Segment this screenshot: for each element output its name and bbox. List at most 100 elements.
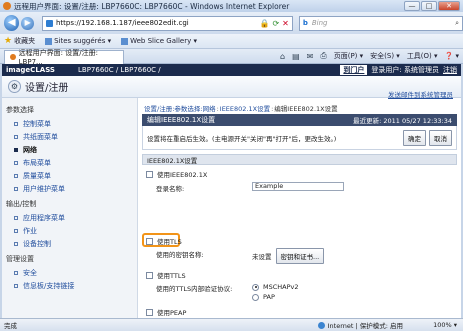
bing-icon: b <box>302 19 308 27</box>
page-icon <box>45 37 53 45</box>
bullet-icon <box>14 215 18 220</box>
command-bar: ⌂ ▤ ✉ ⎙ 页面(P) ▾ 安全(S) ▾ 工具(O) ▾ ❓ ▾ <box>280 51 463 61</box>
main-panel: 设置/注册:参数选择:网络:IEEE802.1X设置:编辑IEEE802.1X设… <box>142 98 457 318</box>
bullet-icon <box>14 241 18 246</box>
sidebar-item-jobs[interactable]: 作业 <box>2 224 137 237</box>
maximize-button[interactable]: □ <box>421 1 437 11</box>
breadcrumb-link[interactable]: 设置/注册:参数选择:网络 <box>144 105 216 113</box>
last-updated: 最近更新: 2011 05/27 12:33:34 <box>353 117 452 125</box>
close-button[interactable]: ✕ <box>438 1 460 11</box>
window-titlebar: 远程用户界面: 设置/注册: LBP7660C: LBP7660C - Wind… <box>0 0 463 12</box>
safety-menu[interactable]: 安全(S) ▾ <box>370 51 400 61</box>
sidebar-item-label: 网络 <box>23 145 37 154</box>
sidebar-item-maintenance[interactable]: 用户维护菜单 <box>2 182 137 195</box>
sidebar-item-label: 信息板/支持链接 <box>23 281 75 290</box>
sidebar-item-paper[interactable]: 共纸面菜单 <box>2 130 137 143</box>
sidebar-item-label: 控制菜单 <box>23 119 51 128</box>
login-name-label: 登录名称: <box>156 185 185 193</box>
mschapv2-radio[interactable] <box>252 283 259 291</box>
bullet-icon <box>14 270 18 275</box>
canon-favicon <box>10 54 16 60</box>
sidebar-item-security[interactable]: 安全 <box>2 266 137 279</box>
sidebar-item-support-links[interactable]: 信息板/支持链接 <box>2 279 137 292</box>
sidebar-section-title: 参数选择 <box>6 106 34 114</box>
page-content: imageCLASS LBP7660C / LBP7660C / 到门户 登录用… <box>2 64 461 318</box>
url-text: https://192.168.1.187/ieee802edit.cgi <box>55 19 189 27</box>
pap-radio[interactable] <box>252 293 259 301</box>
tab-bar: 远程用户界面: 设置/注册: LBP7... ⌂ ▤ ✉ ⎙ 页面(P) ▾ 安… <box>0 49 463 66</box>
search-icon[interactable]: ⌕ <box>455 19 459 28</box>
restart-note: 设置将在重启后生效。(主电源开关"关闭"再"打开"后，更改生效。) <box>147 134 337 143</box>
feeds-icon[interactable]: ▤ <box>292 52 300 61</box>
use-tls-label: 使用TLS <box>157 238 182 246</box>
tools-menu[interactable]: 工具(O) ▾ <box>407 51 438 61</box>
sidebar-item-label: 布局菜单 <box>23 158 51 167</box>
favorite-item-webslice[interactable]: Web Slice Gallery ▾ <box>121 37 197 45</box>
section-header: IEEE802.1X设置 <box>142 154 457 165</box>
sidebar-section-title: 管理设置 <box>6 255 34 263</box>
sidebar-item-layout[interactable]: 布局菜单 <box>2 156 137 169</box>
cancel-button[interactable]: 取消 <box>429 129 452 146</box>
key-certificate-button[interactable]: 密钥和证书... <box>275 248 325 264</box>
ok-button[interactable]: 确定 <box>403 129 426 146</box>
settings-icon: ⚙ <box>8 80 21 93</box>
search-input[interactable]: b Bing ⌕ <box>298 15 463 31</box>
zoom-control[interactable]: 100% ▾ <box>433 321 457 329</box>
forward-button[interactable]: ▶ <box>21 16 34 30</box>
key-name-label: 使用的密钥名称: <box>156 251 204 259</box>
sidebar-item-label: 应用程序菜单 <box>23 213 65 222</box>
favorites-button[interactable]: ★ 收藏夹 <box>4 36 35 46</box>
sidebar-item-label: 安全 <box>23 268 37 277</box>
globe-icon <box>317 321 325 329</box>
minimize-button[interactable]: — <box>404 1 420 11</box>
mail-icon[interactable]: ✉ <box>307 52 314 61</box>
sidebar-section-title: 输出/控制 <box>6 200 37 208</box>
logout-link[interactable]: 注销 <box>443 65 457 75</box>
page-icon <box>121 37 129 45</box>
url-field[interactable]: https://192.168.1.187/ieee802edit.cgi 🔒 … <box>41 15 293 31</box>
bullet-icon <box>14 121 18 126</box>
help-menu[interactable]: ❓ ▾ <box>445 52 459 60</box>
use-peap-checkbox[interactable] <box>146 308 153 316</box>
sidebar-item-control[interactable]: 控制菜单 <box>2 117 137 130</box>
edit-titlebar: 编辑IEEE802.1X设置 最近更新: 2011 05/27 12:33:34 <box>142 114 457 126</box>
breadcrumb: 设置/注册:参数选择:网络:IEEE802.1X设置:编辑IEEE802.1X设… <box>144 105 338 113</box>
login-name-field[interactable]: Example <box>252 182 344 191</box>
use-ieee-checkbox[interactable] <box>146 170 153 178</box>
page-title: 设置/注册 <box>25 83 69 94</box>
use-ieee-label: 使用IEEE802.1X <box>157 171 208 179</box>
lock-icon[interactable]: 🔒 <box>259 19 269 28</box>
ttls-protocol-label: 使用的TTLS内部验证协议: <box>156 285 233 293</box>
browser-tab[interactable]: 远程用户界面: 设置/注册: LBP7... <box>4 49 124 66</box>
sidebar-item-network[interactable]: 网络 <box>2 143 137 156</box>
bullet-icon <box>14 228 18 233</box>
sidebar-item-label: 设备控制 <box>23 239 51 248</box>
bullet-icon <box>14 173 18 178</box>
login-user: 登录用户: 系统管理员 <box>371 66 439 74</box>
sidebar-item-label: 作业 <box>23 226 37 235</box>
sidebar-item-device-control[interactable]: 设备控制 <box>2 237 137 250</box>
sidebar-item-quality[interactable]: 质量菜单 <box>2 169 137 182</box>
home-icon[interactable]: ⌂ <box>280 52 285 61</box>
breadcrumb-link[interactable]: IEEE802.1X设置 <box>220 105 270 113</box>
use-ttls-checkbox[interactable] <box>146 271 153 279</box>
page-menu[interactable]: 页面(P) ▾ <box>334 51 363 61</box>
stop-icon[interactable]: ✕ <box>282 19 289 28</box>
breadcrumb-current: 编辑IEEE802.1X设置 <box>274 105 338 113</box>
use-tls-checkbox[interactable] <box>146 237 153 245</box>
search-placeholder: Bing <box>311 19 328 27</box>
favorite-label: Web Slice Gallery ▾ <box>130 37 197 45</box>
model-name: LBP7660C / LBP7660C / <box>78 66 161 74</box>
status-bar: 完成 Internet | 保护模式: 启用 100% ▾ <box>0 318 463 331</box>
site-icon <box>45 19 53 27</box>
favorite-item-suggested[interactable]: Sites suggérés ▾ <box>45 37 111 45</box>
print-icon[interactable]: ⎙ <box>320 51 326 61</box>
sidebar-item-application[interactable]: 应用程序菜单 <box>2 211 137 224</box>
refresh-icon[interactable]: ⟳ <box>272 19 279 28</box>
star-icon: ★ <box>4 36 13 46</box>
address-bar: ◀ ▶ https://192.168.1.187/ieee802edit.cg… <box>0 12 463 34</box>
portal-link[interactable]: 到门户 <box>340 65 368 75</box>
product-bar: imageCLASS LBP7660C / LBP7660C / 到门户 登录用… <box>2 64 461 76</box>
back-button[interactable]: ◀ <box>4 15 20 31</box>
favorite-label: Sites suggérés ▾ <box>54 37 112 45</box>
